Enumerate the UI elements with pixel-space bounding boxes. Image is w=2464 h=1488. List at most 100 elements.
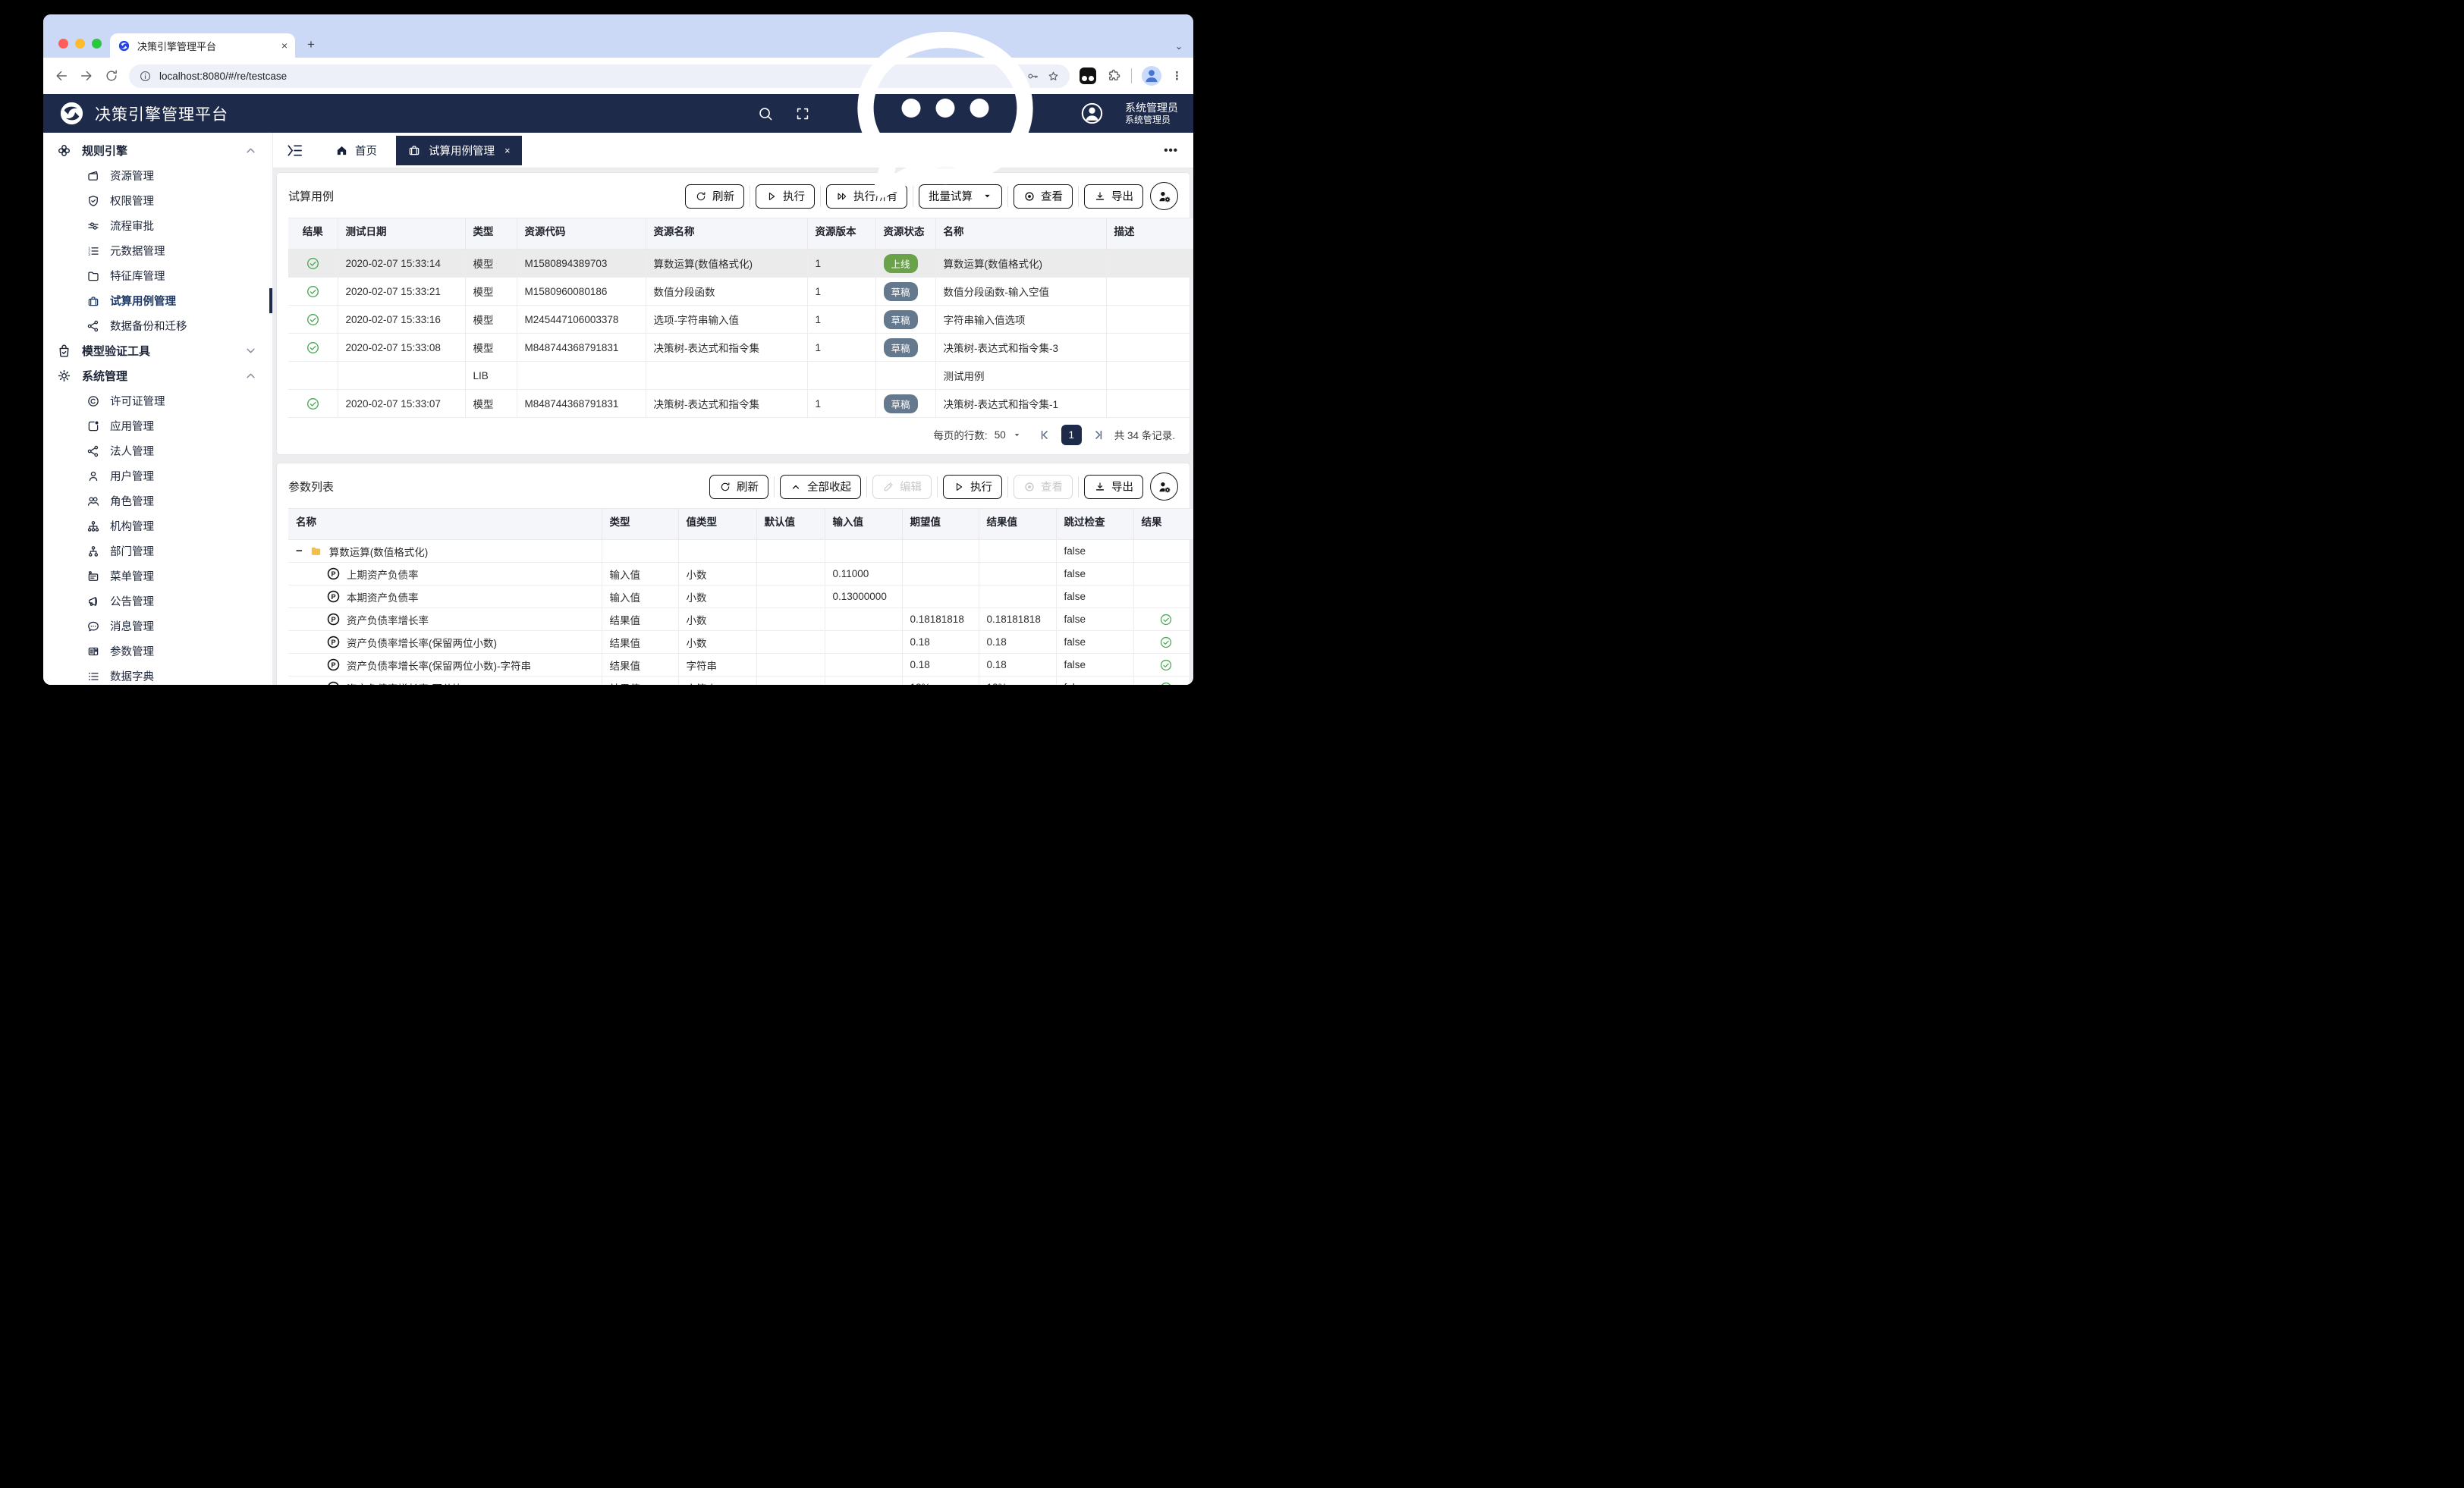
testcase-row[interactable]: 2020-02-07 15:33:16模型M245447106003378选项-… — [288, 306, 1193, 334]
parameter-row[interactable]: P上期资产负债率输入值小数0.11000false — [288, 563, 1193, 585]
column-header: 类型 — [602, 509, 678, 540]
sidebar-item-share-nodes[interactable]: 法人管理 — [43, 438, 272, 463]
parameter-row[interactable]: P资产负债率增长率(保留两位小数)-字符串结果值字符串0.180.18false — [288, 654, 1193, 677]
export-button[interactable]: 导出 — [1084, 184, 1143, 209]
rows-per-page-value[interactable]: 50 — [995, 429, 1006, 441]
sidebar-item-param-card[interactable]: 参数管理 — [43, 639, 272, 664]
refresh-button[interactable]: 刷新 — [709, 475, 768, 499]
table-cell — [979, 563, 1056, 585]
sidebar-item-share-nodes[interactable]: 数据备份和迁移 — [43, 313, 272, 338]
table-cell: 决策树-表达式和指令集-1 — [935, 390, 1106, 418]
sidebar-item-dept-tree[interactable]: 部门管理 — [43, 538, 272, 563]
sidebar-item-megaphone[interactable]: 公告管理 — [43, 589, 272, 614]
sidebar-item-app-box[interactable]: 应用管理 — [43, 413, 272, 438]
sidebar-item-org-tree[interactable]: 机构管理 — [43, 513, 272, 538]
execute-button[interactable]: 执行 — [756, 184, 815, 209]
execute-button[interactable]: 执行 — [943, 475, 1002, 499]
users-icon — [86, 494, 100, 508]
fullscreen-icon[interactable] — [794, 105, 811, 122]
sidebar-nav: 规则引擎资源管理权限管理流程审批123元数据管理特征库管理试算用例管理数据备份和… — [43, 133, 273, 685]
sidebar-item-rules-engine[interactable]: 规则引擎 — [43, 138, 272, 163]
testcase-row[interactable]: 2020-02-07 15:33:14模型M1580894389703算数运算(… — [288, 250, 1193, 278]
sidebar-item-label: 用户管理 — [110, 468, 154, 484]
sidebar-item-resource-book[interactable]: 资源管理 — [43, 163, 272, 188]
site-info-icon[interactable] — [139, 70, 152, 83]
collapse-node-icon[interactable]: − — [296, 545, 303, 557]
column-settings-button[interactable] — [1150, 472, 1178, 501]
testcase-row[interactable]: LIB测试用例 — [288, 362, 1193, 390]
tab-testcase-active[interactable]: 试算用例管理 × — [396, 136, 522, 165]
table-cell: 2020-02-07 15:33:21 — [338, 278, 465, 306]
parameter-row[interactable]: P资产负债率增长率结果值小数0.181818180.18181818false — [288, 608, 1193, 631]
parameter-row[interactable]: P资产负债率增长率-百分比结果值字符串18%18%false — [288, 677, 1193, 686]
column-header: 测试日期 — [338, 218, 465, 250]
sidebar-item-briefcase-active[interactable]: 试算用例管理 — [43, 288, 272, 313]
check-circle-icon — [1159, 658, 1173, 672]
sidebar-item-copyright[interactable]: 许可证管理 — [43, 388, 272, 413]
tab-close-icon[interactable]: × — [281, 39, 288, 52]
collapse-all-button[interactable]: 全部收起 — [780, 475, 861, 499]
chevron-up-icon — [243, 143, 259, 159]
sidebar-item-label: 消息管理 — [110, 618, 154, 634]
parameter-row[interactable]: −算数运算(数值格式化)false — [288, 540, 1193, 563]
tab-close-icon[interactable]: × — [504, 145, 511, 156]
sidebar-item-label: 系统管理 — [82, 368, 127, 384]
minimize-window-button[interactable] — [75, 39, 85, 49]
sidebar-item-shield-check[interactable]: 权限管理 — [43, 188, 272, 213]
maximize-window-button[interactable] — [92, 39, 102, 49]
table-cell: 字符串 — [678, 654, 756, 677]
sidebar-collapse-icon[interactable] — [286, 142, 303, 159]
sidebar-item-user[interactable]: 用户管理 — [43, 463, 272, 488]
view-button[interactable]: 查看 — [1014, 475, 1073, 499]
sidebar-item-menu-card[interactable]: 菜单管理 — [43, 563, 272, 589]
rows-per-page-caret-icon[interactable] — [1013, 431, 1021, 439]
reload-icon[interactable] — [104, 68, 119, 83]
tab-search-chevron-icon[interactable]: ⌄ — [1175, 41, 1183, 52]
dark-extension-icon[interactable] — [1080, 67, 1096, 84]
sidebar-item-bag-check[interactable]: 模型验证工具 — [43, 338, 272, 363]
column-header: 结果值 — [979, 509, 1056, 540]
table-cell: 1 — [807, 390, 875, 418]
sidebar-item-list-123[interactable]: 123元数据管理 — [43, 238, 272, 263]
sidebar-item-chat-dots[interactable]: 消息管理 — [43, 614, 272, 639]
edit-button[interactable]: 编辑 — [872, 475, 932, 499]
tab-home[interactable]: 首页 — [335, 143, 377, 159]
chat-bubble-icon[interactable] — [831, 14, 1059, 228]
column-settings-button[interactable] — [1150, 182, 1178, 210]
refresh-button[interactable]: 刷新 — [685, 184, 744, 209]
sidebar-item-folder[interactable]: 特征库管理 — [43, 263, 272, 288]
last-page-icon[interactable] — [1092, 429, 1105, 441]
first-page-icon[interactable] — [1039, 429, 1051, 441]
current-page-badge[interactable]: 1 — [1061, 425, 1082, 445]
sidebar-item-gear[interactable]: 系统管理 — [43, 363, 272, 388]
collapse-up-icon — [790, 481, 802, 493]
table-cell: 小数 — [678, 563, 756, 585]
testcase-row[interactable]: 2020-02-07 15:33:07模型M848744368791831决策树… — [288, 390, 1193, 418]
parameter-row[interactable]: P资产负债率增长率(保留两位小数)结果值小数0.180.18false — [288, 631, 1193, 654]
messages-button[interactable]: 120 — [831, 14, 1059, 228]
testcase-table: 结果测试日期类型资源代码资源名称资源版本资源状态名称描述2020-02-07 1… — [288, 218, 1193, 418]
sidebar-item-dict-list[interactable]: 数据字典 — [43, 664, 272, 685]
search-icon[interactable] — [757, 105, 774, 122]
more-tabs-icon[interactable]: ••• — [1164, 144, 1178, 157]
sidebar-item-users[interactable]: 角色管理 — [43, 488, 272, 513]
testcase-row[interactable]: 2020-02-07 15:33:08模型M848744368791831决策树… — [288, 334, 1193, 362]
export-button[interactable]: 导出 — [1084, 475, 1143, 499]
testcase-row[interactable]: 2020-02-07 15:33:21模型M1580960080186数值分段函… — [288, 278, 1193, 306]
table-cell — [1106, 250, 1193, 278]
close-window-button[interactable] — [58, 39, 68, 49]
table-cell: 字符串 — [678, 677, 756, 686]
user-info[interactable]: 系统管理员 系统管理员 — [1125, 101, 1178, 127]
browser-tab[interactable]: 决策引擎管理平台 × — [110, 33, 295, 58]
table-cell: false — [1056, 677, 1133, 686]
parameter-row[interactable]: P本期资产负债率输入值小数0.13000000false — [288, 585, 1193, 608]
export-icon — [1094, 481, 1106, 493]
table-cell: 上线 — [875, 250, 935, 278]
new-tab-button[interactable]: + — [307, 37, 315, 52]
sidebar-item-sliders[interactable]: 流程审批 — [43, 213, 272, 238]
user-avatar-icon[interactable] — [1080, 101, 1105, 126]
sidebar-item-label: 部门管理 — [110, 543, 154, 559]
table-cell: 小数 — [678, 631, 756, 654]
back-icon[interactable] — [54, 68, 69, 83]
forward-icon[interactable] — [79, 68, 94, 83]
